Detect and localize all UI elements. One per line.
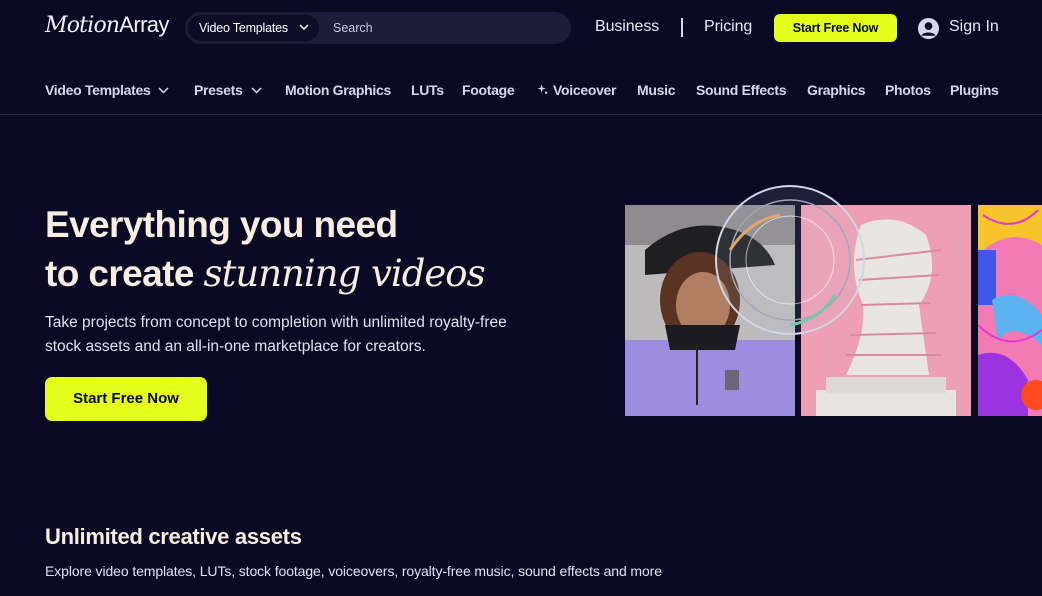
nav-item-voiceover[interactable]: Voiceover bbox=[537, 82, 616, 98]
category-nav: Video Templates Presets Motion Graphics … bbox=[0, 76, 1042, 106]
top-header: MotionArray Video Templates Business Pri… bbox=[0, 0, 1042, 56]
chevron-down-icon bbox=[250, 87, 262, 94]
search-bar: Video Templates bbox=[185, 12, 571, 44]
user-avatar-icon bbox=[917, 17, 940, 40]
chevron-down-icon bbox=[158, 87, 169, 94]
nav-item-presets[interactable]: Presets bbox=[194, 82, 262, 98]
nav-item-luts[interactable]: LUTs bbox=[411, 82, 444, 98]
start-free-button-header[interactable]: Start Free Now bbox=[774, 14, 897, 42]
search-category-select[interactable]: Video Templates bbox=[188, 15, 319, 41]
page: MotionArray Video Templates Business Pri… bbox=[0, 0, 1042, 596]
sparkle-icon bbox=[537, 84, 548, 94]
logo-motion: Motion bbox=[45, 13, 120, 38]
hero-subtitle: Take projects from concept to completion… bbox=[45, 311, 565, 359]
hero-title: Everything you need to create stunning v… bbox=[45, 200, 605, 298]
logo-array: Array bbox=[119, 12, 169, 37]
header-divider bbox=[681, 18, 683, 37]
business-link[interactable]: Business bbox=[595, 18, 659, 36]
chevron-down-icon bbox=[299, 24, 309, 31]
hero-image-abstract bbox=[978, 205, 1042, 416]
nav-item-photos[interactable]: Photos bbox=[885, 82, 931, 98]
nav-item-music[interactable]: Music bbox=[637, 82, 675, 98]
hero-title-accent: stunning videos bbox=[203, 252, 486, 295]
assets-section-subtitle: Explore video templates, LUTs, stock foo… bbox=[45, 563, 662, 579]
nav-item-motion-graphics[interactable]: Motion Graphics bbox=[285, 82, 391, 98]
nav-item-video-templates[interactable]: Video Templates bbox=[45, 82, 169, 98]
assets-section-title: Unlimited creative assets bbox=[45, 524, 302, 549]
start-free-button-hero[interactable]: Start Free Now bbox=[45, 377, 207, 421]
sign-in-label: Sign In bbox=[949, 18, 999, 35]
pricing-link[interactable]: Pricing bbox=[704, 18, 752, 36]
logo[interactable]: MotionArray bbox=[45, 12, 169, 38]
hero-subtitle-line2: stock assets and an all-in-one marketpla… bbox=[45, 338, 426, 355]
hero-title-line1: Everything you need bbox=[45, 204, 398, 245]
nav-item-sound-effects[interactable]: Sound Effects bbox=[696, 82, 787, 98]
glass-sphere-graphic bbox=[715, 185, 865, 335]
nav-item-label: Presets bbox=[194, 82, 243, 98]
search-input[interactable] bbox=[333, 12, 553, 44]
search-category-label: Video Templates bbox=[199, 21, 288, 35]
nav-item-label: Video Templates bbox=[45, 82, 151, 98]
nav-item-label: Voiceover bbox=[553, 82, 617, 98]
nav-divider bbox=[0, 114, 1042, 115]
nav-item-footage[interactable]: Footage bbox=[462, 82, 515, 98]
hero-subtitle-line1: Take projects from concept to completion… bbox=[45, 314, 507, 331]
nav-item-plugins[interactable]: Plugins bbox=[950, 82, 999, 98]
nav-item-graphics[interactable]: Graphics bbox=[807, 82, 866, 98]
hero-title-line2: to create bbox=[45, 253, 204, 294]
